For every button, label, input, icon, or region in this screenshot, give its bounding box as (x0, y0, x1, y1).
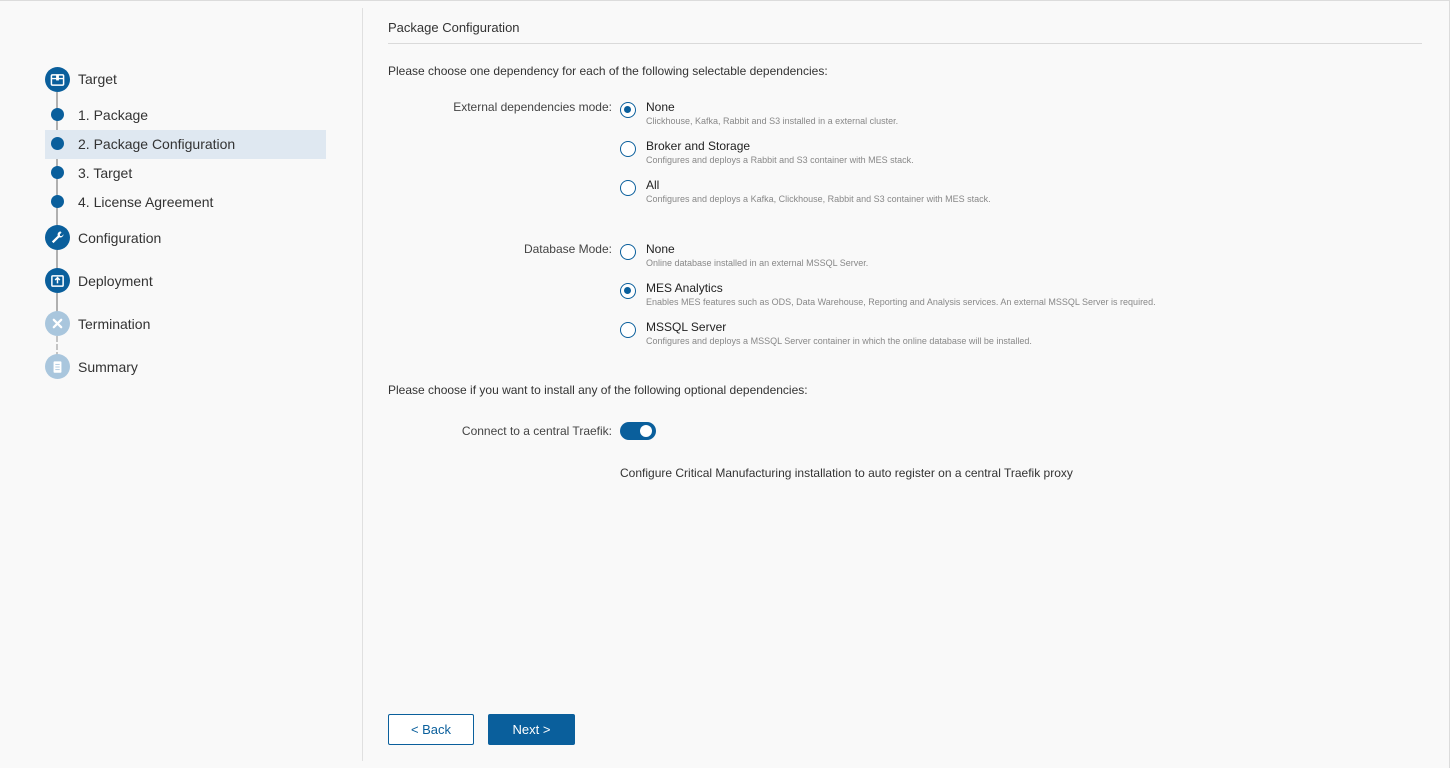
step-summary[interactable]: Summary (78, 359, 138, 375)
traefik-description: Configure Critical Manufacturing install… (620, 466, 1073, 480)
radio-external-broker-storage[interactable] (620, 141, 636, 157)
traefik-label: Connect to a central Traefik: (461, 424, 612, 438)
optional-instruction: Please choose if you want to install any… (388, 383, 808, 397)
option-label: None (646, 100, 675, 114)
option-label: None (646, 242, 675, 256)
option-description: Clickhouse, Kafka, Rabbit and S3 install… (646, 116, 899, 126)
option-description: Configures and deploys a MSSQL Server co… (646, 336, 1032, 346)
option-label: MSSQL Server (646, 320, 727, 334)
toggle-knob (640, 425, 652, 437)
title-divider (388, 43, 1422, 44)
substep-dot (51, 195, 64, 208)
substep-target[interactable]: 3. Target (78, 165, 132, 181)
option-description: Configures and deploys a Kafka, Clickhou… (646, 194, 991, 204)
wizard-sidebar: Target 1. Package 2. Package Configurati… (0, 0, 362, 768)
next-button[interactable]: Next > (488, 714, 575, 745)
radio-database-mssql-server[interactable] (620, 322, 636, 338)
database-mode-label: Database Mode: (523, 242, 612, 256)
option-description: Online database installed in an external… (646, 258, 869, 268)
step-deployment[interactable]: Deployment (78, 273, 153, 289)
page-title: Package Configuration (388, 20, 520, 35)
option-label: Broker and Storage (646, 139, 751, 153)
substep-package[interactable]: 1. Package (78, 107, 148, 123)
substep-dot (51, 137, 64, 150)
wrench-icon (45, 225, 70, 250)
close-icon (45, 311, 70, 336)
step-configuration[interactable]: Configuration (78, 230, 161, 246)
back-button[interactable]: < Back (388, 714, 474, 745)
upload-icon (45, 268, 70, 293)
radio-external-all[interactable] (620, 180, 636, 196)
radio-external-none[interactable] (620, 102, 636, 118)
step-target[interactable]: Target (78, 71, 117, 87)
document-icon (45, 354, 70, 379)
option-description: Enables MES features such as ODS, Data W… (646, 297, 1156, 307)
external-dependencies-label: External dependencies mode: (453, 100, 612, 114)
dependency-instruction: Please choose one dependency for each of… (388, 64, 828, 78)
package-icon (45, 67, 70, 92)
traefik-toggle[interactable] (620, 422, 656, 440)
option-description: Configures and deploys a Rabbit and S3 c… (646, 155, 914, 165)
substep-dot (51, 108, 64, 121)
substep-dot (51, 166, 64, 179)
sidebar-divider (362, 8, 363, 761)
radio-database-none[interactable] (620, 244, 636, 260)
option-label: All (646, 178, 660, 192)
substep-license-agreement[interactable]: 4. License Agreement (78, 194, 213, 210)
substep-package-configuration[interactable]: 2. Package Configuration (78, 136, 235, 152)
radio-database-mes-analytics[interactable] (620, 283, 636, 299)
option-label: MES Analytics (646, 281, 723, 295)
step-termination[interactable]: Termination (78, 316, 150, 332)
